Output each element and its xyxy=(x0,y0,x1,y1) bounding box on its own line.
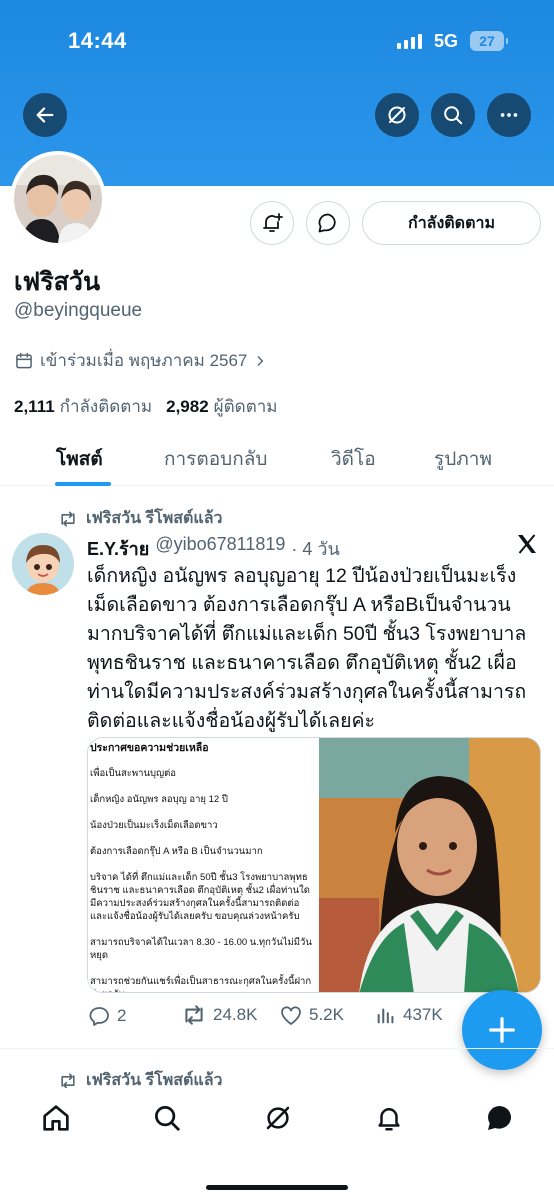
calendar-icon xyxy=(16,352,32,368)
post-author-name[interactable]: E.Y.ร้าย xyxy=(87,534,149,563)
views-button[interactable]: 437K xyxy=(375,1004,443,1026)
battery-level: 27 xyxy=(479,33,495,49)
repost-context[interactable]: เฟริสวัน รีโพสต์แล้ว xyxy=(58,506,223,531)
messages-icon xyxy=(488,1106,512,1130)
grok-button[interactable] xyxy=(375,93,419,137)
active-tab-indicator xyxy=(55,482,111,486)
battery-icon: 27 xyxy=(470,31,508,51)
following-stat[interactable]: 2,111 กำลังติดตาม xyxy=(14,393,152,420)
repost-icon xyxy=(61,1073,75,1088)
back-button[interactable] xyxy=(23,93,67,137)
search-icon xyxy=(444,106,463,125)
views-icon xyxy=(377,1008,394,1024)
reply-button[interactable]: 2 xyxy=(87,1004,126,1028)
bottom-navigation xyxy=(0,1088,554,1200)
repost-count: 24.8K xyxy=(213,1005,258,1024)
girl-photo xyxy=(319,738,540,992)
post-media[interactable]: ประกาศขอความช่วยเหลือ เพื่อเป็นสะพานบุญต… xyxy=(87,737,541,993)
network-type: 5G xyxy=(434,31,459,51)
home-icon xyxy=(43,1105,69,1131)
followers-stat[interactable]: 2,982 ผู้ติดตาม xyxy=(166,393,277,420)
repost-icon xyxy=(185,1005,203,1025)
following-count: 2,111 xyxy=(14,397,55,416)
reply-count: 2 xyxy=(117,1006,127,1025)
notice-line: น้องป่วยเป็นมะเร็งเม็ดเลือดขาว xyxy=(90,820,218,831)
notify-button[interactable] xyxy=(250,201,294,245)
follow-stats: 2,111 กำลังติดตาม 2,982 ผู้ติดตาม xyxy=(14,393,278,420)
followers-label: ผู้ติดตาม xyxy=(213,397,278,416)
tab-posts[interactable]: โพสต์ xyxy=(56,444,103,474)
following-button[interactable]: กำลังติดตาม xyxy=(362,201,541,245)
repost-button[interactable]: 24.8K xyxy=(181,1004,257,1026)
joined-date[interactable]: เข้าร่วมเมื่อ พฤษภาคม 2567 xyxy=(14,347,267,374)
status-bar: 14:44 5G 27 xyxy=(0,0,554,84)
notifications-icon xyxy=(378,1108,400,1131)
tab-photos[interactable]: รูปภาพ xyxy=(434,444,492,474)
grok-icon xyxy=(388,106,406,124)
notice-line: สามารถบริจาคได้ในเวลา 8.30 - 16.00 น.ทุก… xyxy=(90,937,312,961)
joined-label: เข้าร่วมเมื่อ พฤษภาคม 2567 xyxy=(40,351,248,370)
post-time: · 4 วัน xyxy=(291,539,340,559)
post-author-avatar[interactable] xyxy=(12,533,74,595)
notice-line: สามารถช่วยกันแชร์เพื่อเป็นสาธารณะกุศลในค… xyxy=(90,976,312,992)
post-author-handle[interactable]: @yibo67811819 xyxy=(155,534,285,563)
compose-button[interactable] xyxy=(462,990,542,1070)
notice-line: เพื่อเป็นสะพานบุญต่อ xyxy=(90,768,176,779)
notice-line: บริจาค ได้ที่ ตึกแม่และเด็ก 50ปี ชั้น3 โ… xyxy=(90,872,310,922)
nav-notifications[interactable] xyxy=(369,1098,409,1138)
post-header: E.Y.ร้าย @yibo67811819 · 4 วัน xyxy=(87,534,340,563)
repost-label: เฟริสวัน รีโพสต์แล้ว xyxy=(86,510,223,527)
back-arrow-icon xyxy=(36,107,54,123)
plus-icon xyxy=(489,1017,515,1043)
display-name: เฟริสวัน xyxy=(14,268,101,296)
post-text: เด็กหญิง อนัญพร ลอบุญอายุ 12 ปีน้องป่วยเ… xyxy=(87,565,527,732)
views-count: 437K xyxy=(403,1005,443,1024)
nav-search[interactable] xyxy=(147,1098,187,1138)
nav-grok[interactable] xyxy=(258,1098,298,1138)
search-icon xyxy=(155,1106,180,1131)
profile-avatar[interactable] xyxy=(10,151,106,247)
profile-tabs: โพสต์ การตอบกลับ วิดีโอ รูปภาพ xyxy=(0,430,554,486)
notice-image: ประกาศขอความช่วยเหลือ เพื่อเป็นสะพานบุญต… xyxy=(88,738,318,992)
like-icon xyxy=(281,1006,301,1025)
reply-icon xyxy=(89,1007,109,1026)
following-label: กำลังติดตาม xyxy=(59,397,153,416)
more-button[interactable] xyxy=(487,93,531,137)
notice-line: เด็กหญิง อนัญพร ลอบุญ อายุ 12 ปี xyxy=(90,794,228,805)
chevron-right-icon xyxy=(257,355,264,366)
more-icon xyxy=(500,113,518,117)
signal-icon xyxy=(397,33,422,49)
home-indicator xyxy=(206,1185,348,1190)
bell-plus-icon xyxy=(263,213,283,232)
nav-messages[interactable] xyxy=(480,1098,520,1138)
notice-title: ประกาศขอความช่วยเหลือ xyxy=(90,742,209,754)
tab-videos[interactable]: วิดีโอ xyxy=(331,444,376,474)
grok-icon xyxy=(266,1106,290,1130)
post-divider xyxy=(0,1048,554,1049)
notice-line: ต้องการเลือดกรุ๊ป A หรือ B เป็นจำนวนมาก xyxy=(90,846,263,857)
nav-home[interactable] xyxy=(36,1098,76,1138)
repost-icon xyxy=(61,511,75,526)
tab-replies[interactable]: การตอบกลับ xyxy=(164,444,267,474)
message-icon xyxy=(318,213,336,233)
user-handle: @beyingqueue xyxy=(14,300,143,321)
status-time: 14:44 xyxy=(68,28,127,53)
like-count: 5.2K xyxy=(309,1005,344,1024)
post-actions: 2 24.8K 5.2K 437K xyxy=(87,1004,467,1032)
x-logo-icon xyxy=(518,534,536,554)
search-button[interactable] xyxy=(431,93,475,137)
followers-count: 2,982 xyxy=(166,397,209,416)
like-button[interactable]: 5.2K xyxy=(279,1004,344,1026)
message-button[interactable] xyxy=(306,201,350,245)
